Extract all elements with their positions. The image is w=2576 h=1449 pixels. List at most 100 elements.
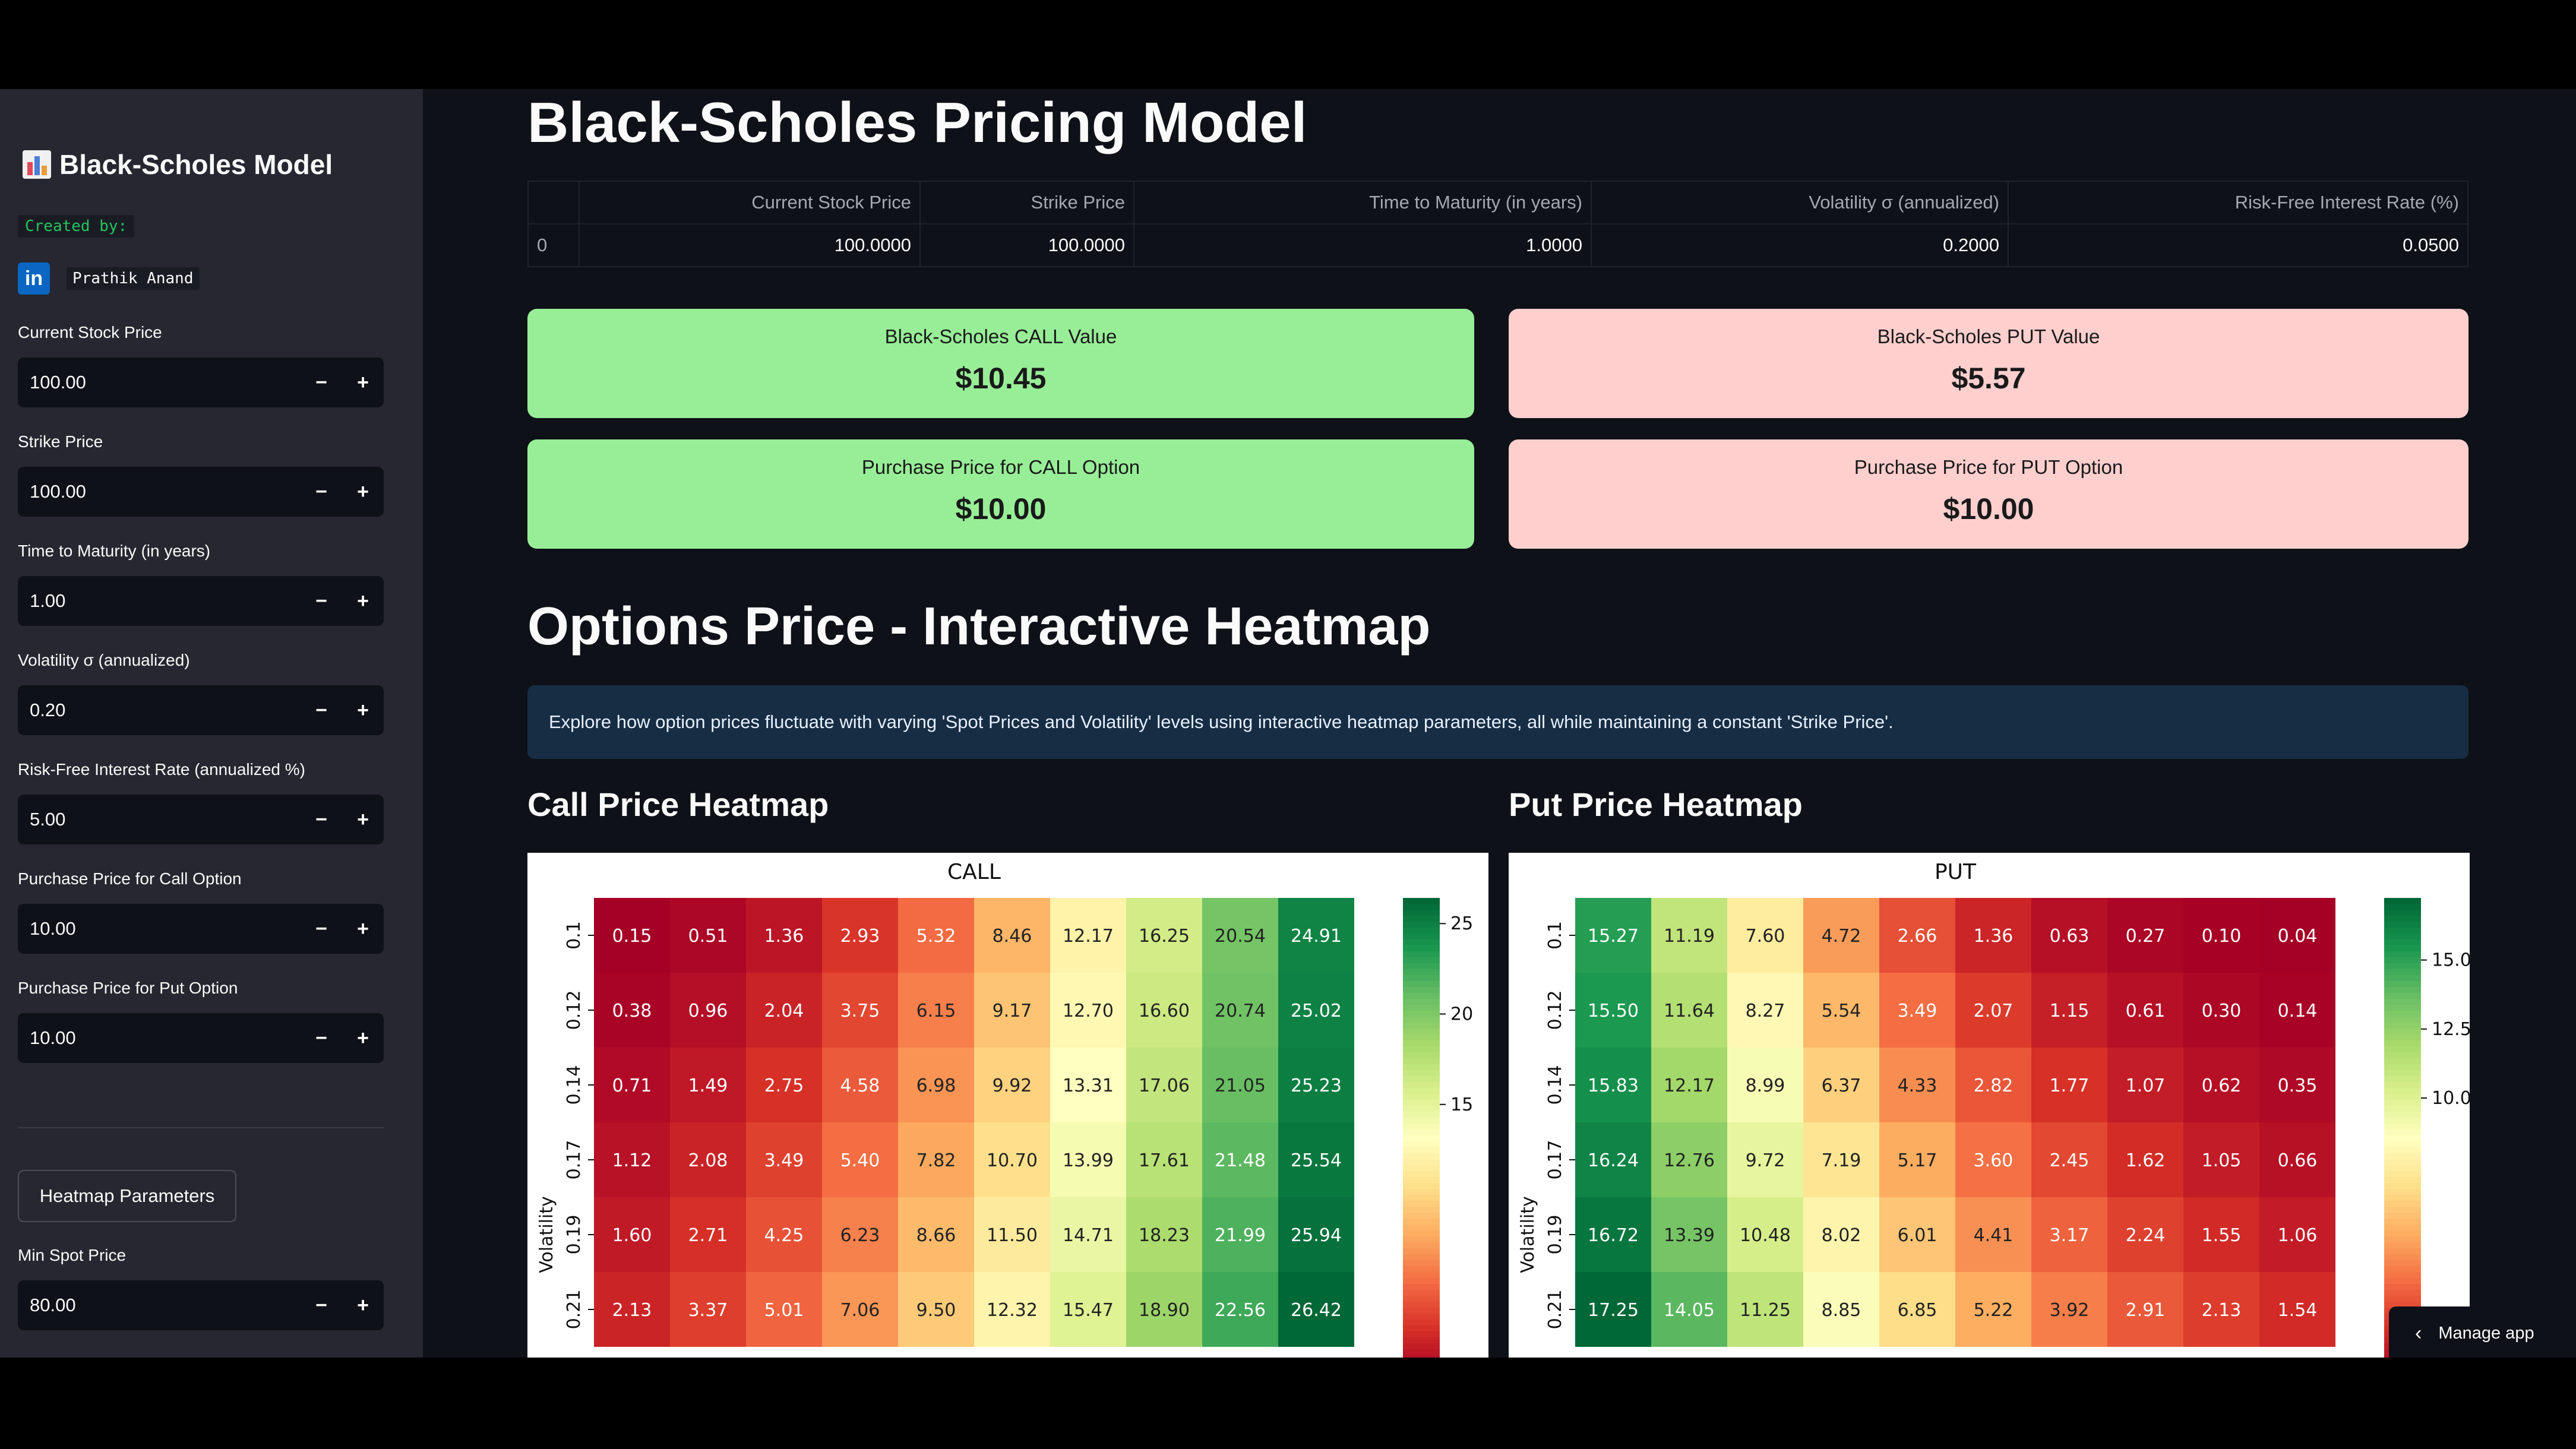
colorbar-segment — [1403, 1029, 1440, 1035]
colorbar-segment — [1403, 1058, 1440, 1065]
heatmap-cell-label: 16.24 — [1588, 1150, 1639, 1171]
y-tick-label: 0.12 — [564, 991, 584, 1030]
heatmap-cell-label: 3.92 — [2050, 1300, 2090, 1321]
colorbar-segment — [2384, 1034, 2421, 1041]
heatmap-cell-label: 25.23 — [1291, 1075, 1342, 1096]
colorbar-segment — [2384, 945, 2421, 952]
call-value-card: Black-Scholes CALL Value $10.45 — [527, 309, 1474, 418]
colorbar-segment — [2384, 1254, 2421, 1261]
heatmap-cell-label: 4.33 — [1898, 1075, 1937, 1096]
heatmap-cell-label: 6.15 — [916, 1001, 956, 1021]
heatmap-cell-label: 2.75 — [764, 1075, 804, 1096]
heatmap-cell-label: 1.55 — [2202, 1225, 2242, 1246]
heatmap-cell-label: 8.02 — [1822, 1225, 1861, 1246]
y-tick-label: 0.19 — [564, 1215, 584, 1255]
put-value-card: Black-Scholes PUT Value $5.57 — [1509, 309, 2468, 418]
call-purchase-amount: $10.00 — [955, 492, 1047, 526]
colorbar-segment — [2384, 1266, 2421, 1273]
heatmap-cell-label: 21.99 — [1215, 1225, 1266, 1246]
colorbar-segment — [1403, 904, 1440, 910]
colorbar-segment — [2384, 951, 2421, 958]
colorbar-segment — [1403, 1302, 1440, 1308]
heatmap-cell-label: 18.23 — [1139, 1225, 1190, 1246]
heatmap-cell-label: 25.02 — [1291, 1001, 1342, 1021]
heatmap-cell-label: 12.32 — [987, 1300, 1038, 1321]
put-value-label: Black-Scholes PUT Value — [1877, 325, 2100, 347]
colorbar-segment — [1403, 993, 1440, 999]
colorbar-segment — [1403, 1082, 1440, 1089]
heatmap-cell-label: 0.96 — [688, 1001, 728, 1021]
heatmap-cell-label: 20.74 — [1215, 1001, 1266, 1021]
colorbar-segment — [1403, 1106, 1440, 1112]
colorbar-segment — [2384, 1290, 2421, 1296]
heatmap-cell-label: 15.83 — [1588, 1075, 1639, 1096]
colorbar-segment — [1403, 1064, 1440, 1071]
colorbar-segment — [1403, 1171, 1440, 1178]
colorbar-segment — [2384, 1088, 2421, 1094]
heatmap-cell-label: 7.60 — [1746, 926, 1785, 947]
table-cell: 1.0000 — [1133, 223, 1592, 267]
heatmap-cell-label: 12.17 — [1063, 926, 1114, 947]
colorbar-segment — [1403, 1034, 1440, 1041]
colorbar-segment — [2384, 981, 2421, 988]
heatmap-cell-label: 1.36 — [1974, 926, 2014, 947]
colorbar-segment — [1403, 1147, 1440, 1154]
y-tick-label: 0.12 — [1545, 991, 1566, 1030]
colorbar-segment — [1403, 1112, 1440, 1118]
colorbar-segment — [2384, 1094, 2421, 1100]
heatmap-cell-label: 1.36 — [764, 926, 804, 947]
y-tick-label: 0.17 — [1545, 1140, 1566, 1180]
heatmap-cell-label: 0.04 — [2278, 926, 2318, 947]
heatmap-cell-label: 13.99 — [1063, 1150, 1114, 1171]
colorbar-segment — [1403, 975, 1440, 982]
colorbar-segment — [2384, 987, 2421, 994]
table-cell: 0 — [527, 223, 580, 267]
manage-app-button[interactable]: ‹ Manage app — [2389, 1306, 2576, 1358]
colorbar-segment — [2384, 1017, 2421, 1023]
heatmap-cell-label: 1.62 — [2126, 1150, 2166, 1171]
colorbar-segment — [2384, 928, 2421, 934]
heatmap-cell-label: 15.50 — [1588, 1001, 1639, 1021]
colorbar-segment — [2384, 922, 2421, 928]
call-heatmap-panel[interactable]: CALL Volatility 0.1 0.15 0.51 1.36 2.93 5.32 8.4… — [527, 853, 1488, 1358]
info-text: Explore how option prices fluctuate with… — [549, 711, 1894, 732]
chevron-left-icon[interactable]: ‹ — [2415, 1322, 2422, 1345]
heatmap-cell-label: 5.01 — [764, 1300, 804, 1321]
colorbar-segment — [1403, 1331, 1440, 1338]
colorbar-segment — [1403, 1278, 1440, 1285]
parameters-table: Current Stock Price Strike Price Time to… — [527, 181, 2468, 267]
colorbar-tick-label: 12.5 — [2432, 1019, 2470, 1040]
heatmap-cell-label: 11.64 — [1664, 1001, 1715, 1021]
table-header — [527, 181, 580, 224]
colorbar-segment — [2384, 916, 2421, 922]
heatmap-cell-label: 7.06 — [840, 1300, 880, 1321]
put-purchase-card: Purchase Price for PUT Option $10.00 — [1509, 439, 2468, 549]
colorbar-segment — [1403, 1314, 1440, 1320]
colorbar-segment — [1403, 1011, 1440, 1017]
colorbar-segment — [1403, 981, 1440, 988]
colorbar-segment — [2384, 1040, 2421, 1047]
heatmap-cell-label: 7.82 — [916, 1150, 956, 1171]
call-heatmap-chart[interactable]: CALL Volatility 0.1 0.15 0.51 1.36 2.93 5.32 8.4… — [527, 853, 1488, 1358]
put-heatmap-chart[interactable]: PUT Volatility 0.1 15.27 11.19 7.60 4.72 2.66 1.… — [1509, 853, 2470, 1358]
put-heatmap-panel[interactable]: PUT Volatility 0.1 15.27 11.19 7.60 4.72 2.66 1.… — [1509, 853, 2470, 1358]
colorbar-segment — [1403, 1076, 1440, 1083]
heatmap-cell-label: 1.12 — [612, 1150, 652, 1171]
colorbar-segment — [1403, 1124, 1440, 1130]
colorbar-segment — [1403, 963, 1440, 970]
colorbar-segment — [1403, 898, 1440, 904]
colorbar-segment — [1403, 1201, 1440, 1207]
table-cell: 0.0500 — [2008, 223, 2468, 267]
heatmap-cell-label: 2.91 — [2126, 1300, 2166, 1321]
heatmap-cell-label: 4.72 — [1822, 926, 1861, 947]
colorbar-segment — [1403, 1225, 1440, 1231]
manage-app-label[interactable]: Manage app — [2438, 1324, 2534, 1343]
y-tick-label: 0.21 — [1545, 1290, 1566, 1330]
heatmap-cell-label: 13.39 — [1664, 1225, 1715, 1246]
colorbar-segment — [2384, 1100, 2421, 1106]
colorbar-segment — [2384, 1147, 2421, 1154]
y-axis-label: Volatility — [1518, 1196, 1538, 1273]
heatmap-cell-label: 2.24 — [2126, 1225, 2166, 1246]
colorbar-segment — [1403, 1308, 1440, 1314]
heatmap-cell-label: 8.85 — [1822, 1300, 1861, 1321]
